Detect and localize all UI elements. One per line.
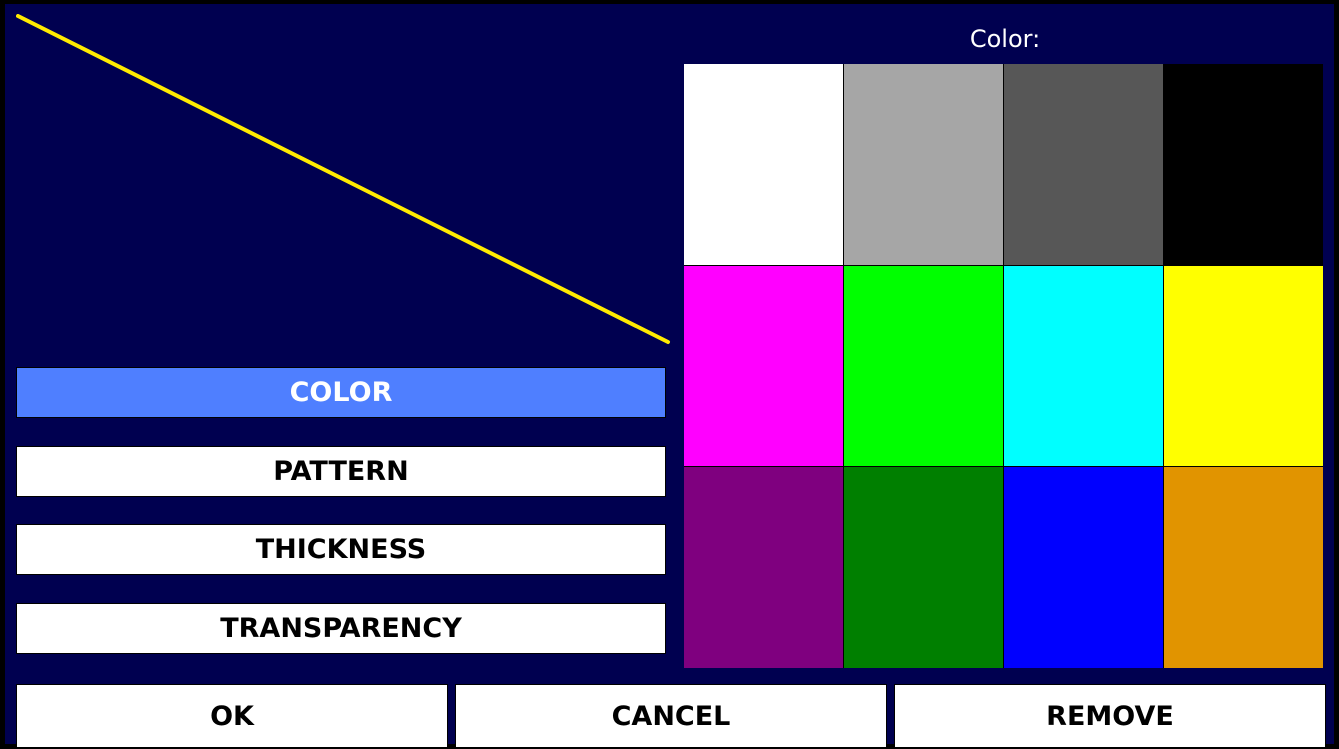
swatch-black[interactable] bbox=[1164, 64, 1323, 265]
color-swatch-grid bbox=[684, 64, 1323, 668]
preview-line bbox=[16, 14, 670, 344]
line-preview bbox=[16, 14, 670, 344]
swatch-green[interactable] bbox=[844, 265, 1003, 467]
tab-pattern-label: PATTERN bbox=[273, 456, 409, 487]
color-panel-title: Color: bbox=[969, 25, 1041, 53]
swatch-dark-gray[interactable] bbox=[1004, 64, 1163, 265]
swatch-orange[interactable] bbox=[1164, 467, 1323, 668]
cancel-button-label: CANCEL bbox=[611, 700, 731, 732]
tab-thickness[interactable]: THICKNESS bbox=[16, 524, 666, 575]
swatch-blue[interactable] bbox=[1004, 467, 1163, 668]
ok-button-label: OK bbox=[210, 700, 254, 732]
tab-color[interactable]: COLOR bbox=[16, 367, 666, 418]
swatch-yellow[interactable] bbox=[1164, 265, 1323, 467]
tab-transparency-label: TRANSPARENCY bbox=[220, 613, 462, 644]
swatch-dark-green[interactable] bbox=[844, 467, 1003, 668]
swatch-cyan[interactable] bbox=[1004, 265, 1163, 467]
swatch-purple[interactable] bbox=[684, 467, 843, 668]
tab-color-label: COLOR bbox=[289, 377, 393, 408]
swatch-magenta[interactable] bbox=[684, 265, 843, 467]
swatch-light-gray[interactable] bbox=[844, 64, 1003, 265]
line-properties-dialog: COLOR PATTERN THICKNESS TRANSPARENCY Col… bbox=[0, 0, 1339, 749]
remove-button[interactable]: REMOVE bbox=[894, 684, 1326, 748]
cancel-button[interactable]: CANCEL bbox=[455, 684, 887, 748]
remove-button-label: REMOVE bbox=[1046, 700, 1174, 732]
tab-thickness-label: THICKNESS bbox=[255, 534, 427, 565]
ok-button[interactable]: OK bbox=[16, 684, 448, 748]
tab-pattern[interactable]: PATTERN bbox=[16, 446, 666, 497]
swatch-white[interactable] bbox=[684, 64, 843, 265]
tab-transparency[interactable]: TRANSPARENCY bbox=[16, 603, 666, 654]
